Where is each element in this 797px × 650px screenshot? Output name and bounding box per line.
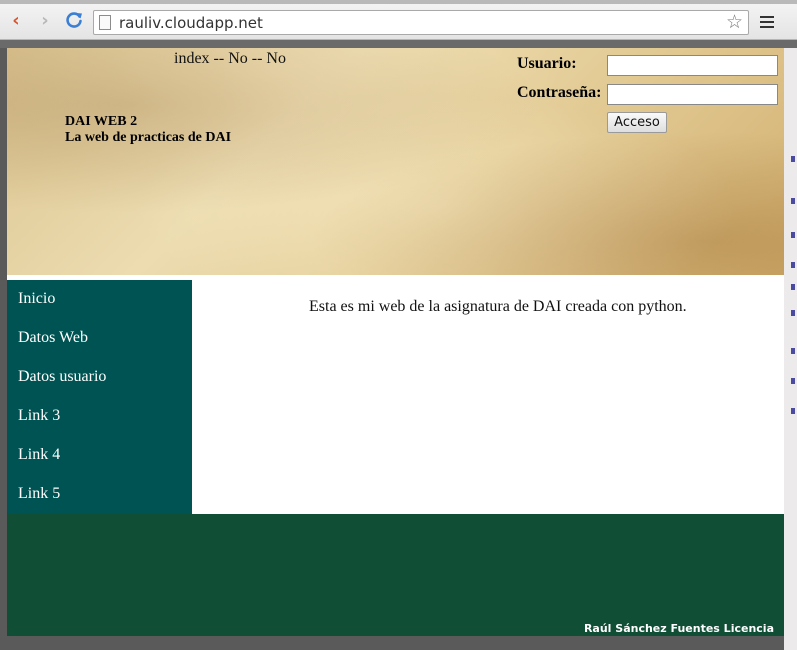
browser-toolbar: ‹ › rauliv.cloudapp.net ☆	[0, 4, 797, 40]
sidebar-item-link-4[interactable]: Link 4	[18, 446, 60, 464]
footer-text: Raúl Sánchez Fuentes Licencia	[583, 622, 774, 635]
toolbar-separator	[0, 40, 797, 48]
bookmark-star-icon[interactable]: ☆	[726, 11, 743, 33]
url-text[interactable]: rauliv.cloudapp.net	[119, 14, 263, 32]
username-label: Usuario:	[517, 55, 577, 72]
sidebar-item-datos-web[interactable]: Datos Web	[18, 329, 88, 347]
main-content-text: Esta es mi web de la asignatura de DAI c…	[309, 298, 687, 315]
password-label: Contraseña:	[517, 84, 602, 101]
password-input[interactable]	[607, 84, 778, 105]
login-submit-button[interactable]: Acceso	[607, 112, 667, 133]
site-subtitle: La web de practicas de DAI	[65, 130, 232, 145]
page-icon	[99, 15, 111, 30]
site-title: DAI WEB 2	[65, 114, 138, 129]
header-status: index -- No -- No	[174, 50, 286, 67]
sidebar-item-link-3[interactable]: Link 3	[18, 407, 60, 425]
back-icon[interactable]: ‹	[5, 10, 27, 32]
menu-icon[interactable]	[760, 16, 774, 31]
reload-icon[interactable]	[63, 10, 85, 32]
site-footer: Raúl Sánchez Fuentes Licencia	[7, 514, 784, 636]
background-window-strip	[784, 48, 797, 650]
address-bar[interactable]: rauliv.cloudapp.net ☆	[93, 10, 749, 35]
page-viewport: index -- No -- No DAI WEB 2 La web de pr…	[7, 48, 784, 636]
site-header: index -- No -- No DAI WEB 2 La web de pr…	[7, 48, 784, 275]
reload-icon-graphic	[66, 12, 82, 28]
sidebar-nav: Inicio Datos Web Datos usuario Link 3 Li…	[7, 280, 192, 514]
sidebar-item-link-5[interactable]: Link 5	[18, 485, 60, 503]
sidebar-item-datos-usuario[interactable]: Datos usuario	[18, 368, 106, 386]
username-input[interactable]	[607, 55, 778, 76]
sidebar-item-inicio[interactable]: Inicio	[18, 290, 55, 308]
forward-icon[interactable]: ›	[34, 10, 56, 32]
